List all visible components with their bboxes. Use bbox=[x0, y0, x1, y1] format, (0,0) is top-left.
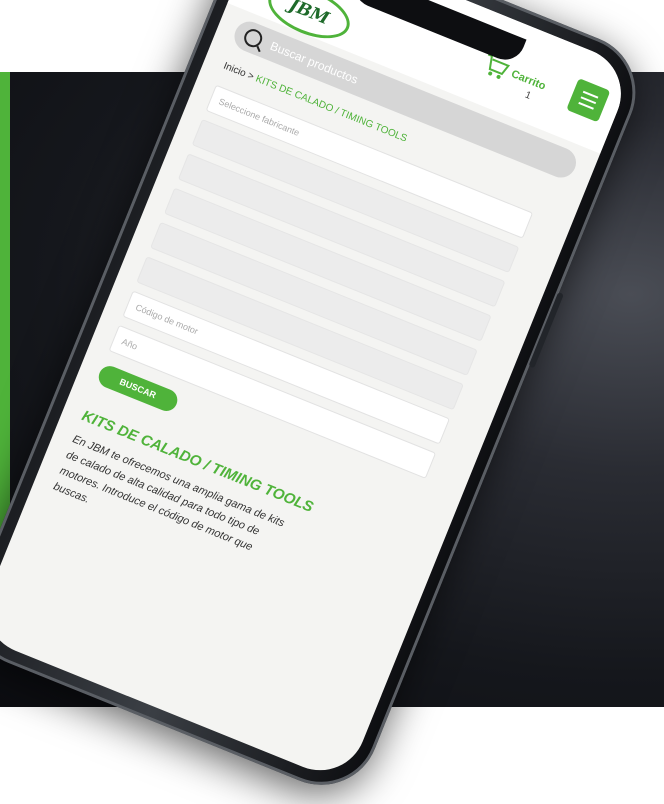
cart-label: Carrito bbox=[509, 68, 548, 93]
breadcrumb-home[interactable]: Inicio bbox=[222, 61, 248, 80]
cart-count: 1 bbox=[523, 89, 533, 102]
hamburger-menu-button[interactable] bbox=[566, 78, 611, 123]
cart-button[interactable]: Carrito bbox=[480, 52, 549, 97]
search-icon bbox=[241, 26, 265, 50]
